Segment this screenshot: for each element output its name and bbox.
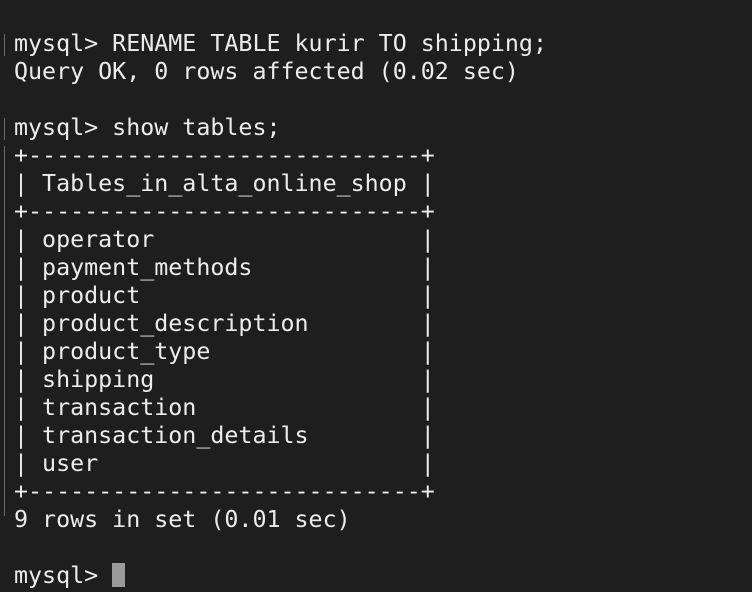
query-result-rename: Query OK, 0 rows affected (0.02 sec) — [14, 58, 519, 85]
table-row: | product | — [14, 282, 435, 309]
text-cursor — [112, 563, 126, 587]
table-header: | Tables_in_alta_online_shop | — [14, 170, 435, 197]
table-row: | user | — [14, 450, 435, 477]
line-marker — [4, 118, 5, 140]
table-row: | product_type | — [14, 338, 435, 365]
table-row: | operator | — [14, 226, 435, 253]
command-line-rename: mysql> RENAME TABLE kurir TO shipping; — [14, 30, 547, 57]
table-border-bottom: +----------------------------+ — [14, 478, 435, 505]
table-border-top: +----------------------------+ — [14, 142, 435, 169]
current-prompt-line[interactable]: mysql> — [14, 562, 126, 590]
line-marker — [4, 146, 5, 516]
table-row: | payment_methods | — [14, 254, 435, 281]
line-marker — [4, 34, 5, 56]
prompt-text: mysql> — [14, 562, 113, 589]
query-result-show-tables: 9 rows in set (0.01 sec) — [14, 506, 351, 533]
table-row: | transaction | — [14, 394, 435, 421]
table-row: | product_description | — [14, 310, 435, 337]
table-border-mid: +----------------------------+ — [14, 198, 435, 225]
table-row: | transaction_details | — [14, 422, 435, 449]
terminal-window[interactable]: mysql> RENAME TABLE kurir TO shipping; Q… — [0, 0, 752, 592]
table-row: | shipping | — [14, 366, 435, 393]
command-line-show-tables: mysql> show tables; — [14, 114, 281, 141]
